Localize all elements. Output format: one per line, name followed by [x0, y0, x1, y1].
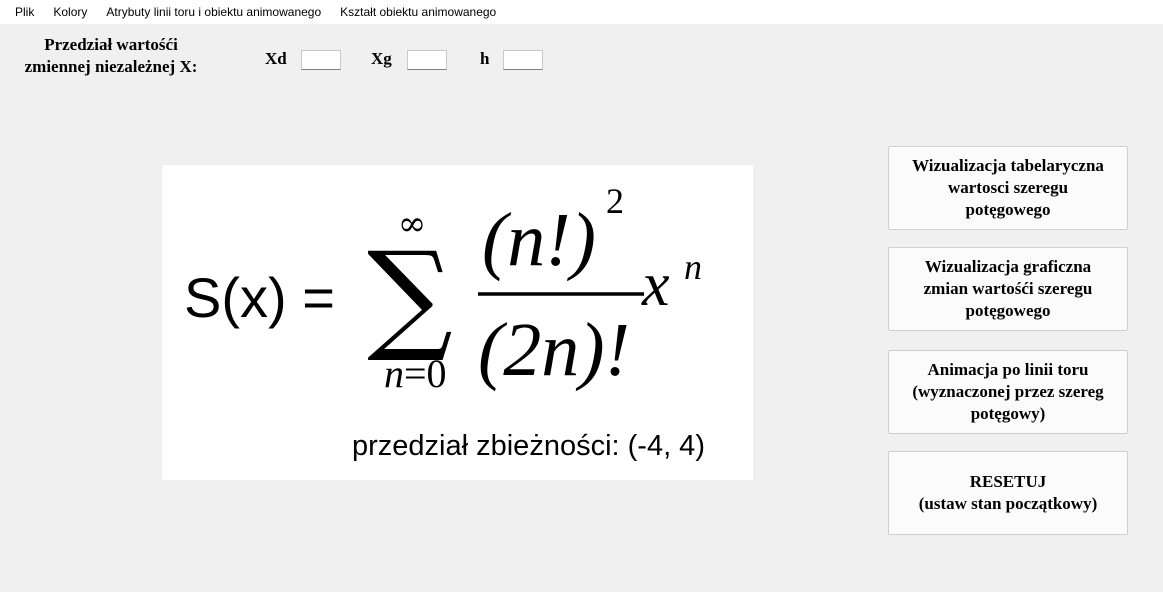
tabular-visualization-label: Wizualizacja tabelaryczna wartosci szere…: [912, 156, 1104, 219]
menu-file[interactable]: Plik: [0, 0, 44, 24]
menu-path-attributes[interactable]: Atrybuty linii toru i obiektu animowaneg…: [97, 0, 331, 24]
tabular-visualization-button[interactable]: Wizualizacja tabelaryczna wartosci szere…: [888, 146, 1128, 230]
power-exponent: n: [684, 247, 702, 287]
graphic-visualization-label: Wizualizacja graficzna zmian wartośći sz…: [923, 257, 1093, 320]
reset-button[interactable]: RESETUJ (ustaw stan początkowy): [888, 451, 1128, 535]
formula-graphic: S(x) = ∞ ∑ n=0 (n!) 2 (2n)! x n przedzia…: [184, 181, 705, 462]
menu-colors[interactable]: Kolory: [44, 0, 97, 24]
path-animation-label: Animacja po linii toru (wyznaczonej prze…: [912, 360, 1104, 423]
h-input[interactable]: [503, 50, 543, 70]
sum-index-start: =0: [404, 351, 447, 396]
sigma-symbol: ∑: [367, 227, 453, 366]
h-label: h: [480, 49, 490, 68]
sum-index: n: [384, 351, 404, 396]
formula-numerator: (n!): [482, 198, 596, 282]
power-base: x: [641, 251, 670, 319]
xg-input[interactable]: [407, 50, 447, 70]
formula-denominator: (2n)!: [478, 308, 630, 392]
formula-image: S(x) = ∞ ∑ n=0 (n!) 2 (2n)! x n przedzia…: [162, 165, 753, 480]
sum-lower-limit: n=0: [384, 351, 447, 396]
menu-object-shape[interactable]: Kształt obiektu animowanego: [331, 0, 506, 24]
x-range-label: Przedział wartośći zmiennej niezależnej …: [24, 35, 198, 76]
menu-bar: Plik Kolory Atrybuty linii toru i obiekt…: [0, 0, 1163, 24]
xg-label: Xg: [371, 49, 392, 68]
reset-label: RESETUJ (ustaw stan początkowy): [918, 472, 1098, 513]
formula-lhs: S(x) =: [184, 266, 335, 329]
numerator-exponent: 2: [606, 181, 624, 221]
graphic-visualization-button[interactable]: Wizualizacja graficzna zmian wartośći sz…: [888, 247, 1128, 331]
convergence-interval: przedział zbieżności: (-4, 4): [352, 430, 705, 462]
xd-label: Xd: [265, 49, 287, 68]
path-animation-button[interactable]: Animacja po linii toru (wyznaczonej prze…: [888, 350, 1128, 434]
xd-input[interactable]: [301, 50, 341, 70]
